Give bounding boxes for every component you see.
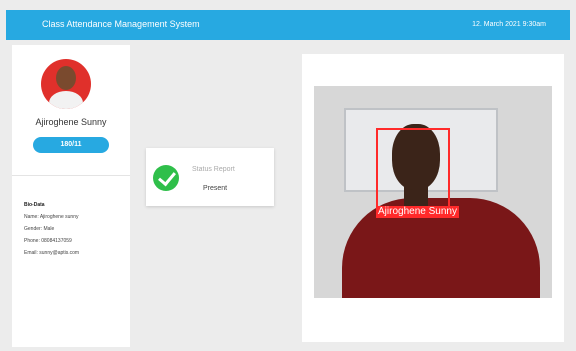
profile-sidebar: Ajiroghene Sunny 180/11 Bio-Data Name: A… bbox=[12, 45, 130, 347]
top-bar: Class Attendance Management System 12. M… bbox=[6, 10, 570, 40]
datetime: 12. March 2021 9:30am bbox=[472, 21, 546, 28]
id-badge[interactable]: 180/11 bbox=[33, 137, 109, 153]
app-title: Class Attendance Management System bbox=[42, 19, 200, 29]
bio-name: Name: Ajiroghene sunny bbox=[24, 214, 79, 220]
status-label: Status Report bbox=[192, 166, 235, 173]
face-detection-box bbox=[376, 128, 450, 214]
avatar-head bbox=[56, 66, 76, 90]
avatar-body bbox=[49, 91, 83, 109]
camera-panel: Ajiroghene Sunny bbox=[302, 54, 564, 342]
status-card: Status Report Present bbox=[146, 148, 274, 206]
bio-data: Bio-Data Name: Ajiroghene sunny Gender: … bbox=[24, 199, 79, 259]
bio-gender: Gender: Male bbox=[24, 226, 55, 232]
status-value: Present bbox=[203, 185, 228, 192]
bio-email: Email: sunny@aptis.com bbox=[24, 250, 80, 256]
avatar bbox=[41, 59, 91, 109]
face-label: Ajiroghene Sunny bbox=[376, 206, 459, 218]
camera-feed: Ajiroghene Sunny bbox=[314, 86, 552, 298]
bio-heading: Bio-Data bbox=[24, 202, 45, 208]
user-name: Ajiroghene Sunny bbox=[35, 117, 107, 127]
divider bbox=[12, 175, 130, 176]
bio-phone: Phone: 08084137059 bbox=[24, 238, 72, 244]
check-icon bbox=[153, 165, 179, 191]
